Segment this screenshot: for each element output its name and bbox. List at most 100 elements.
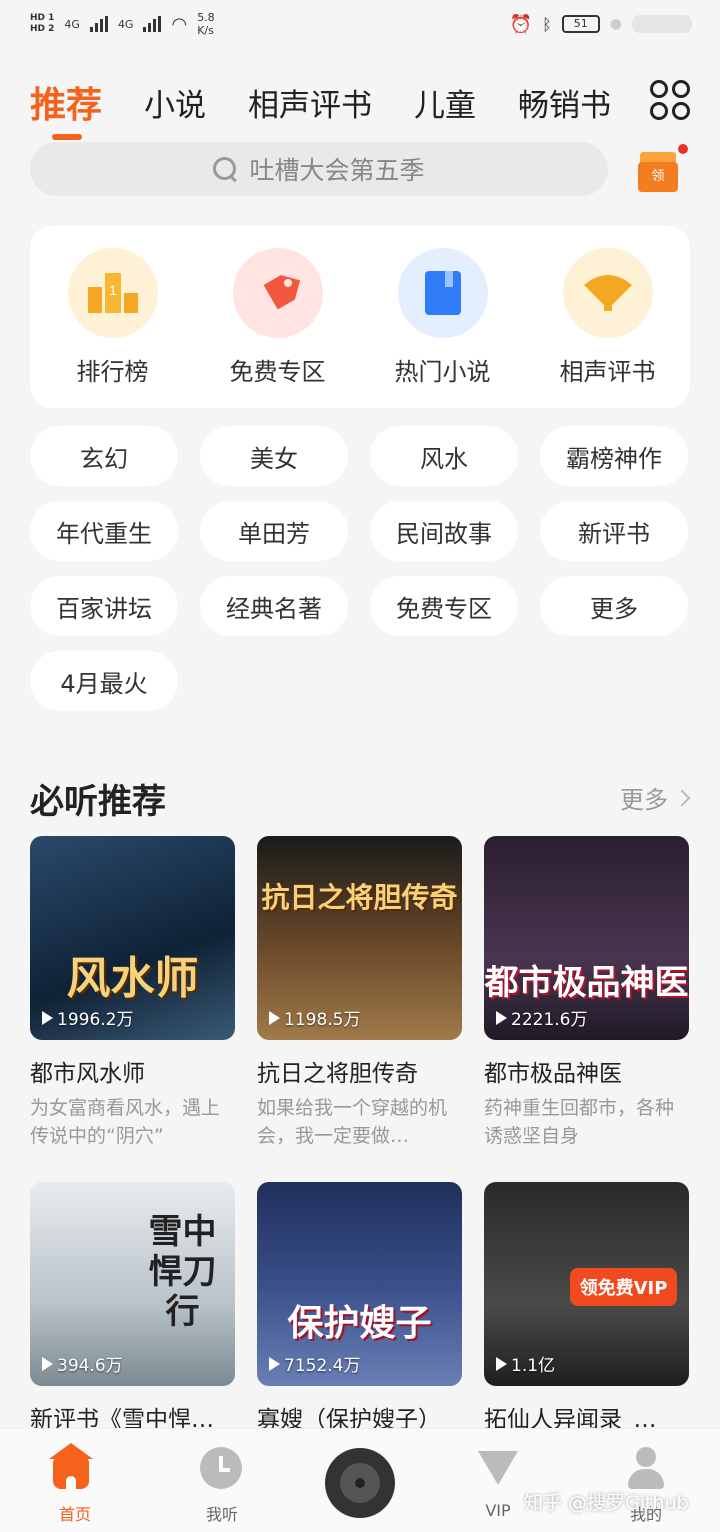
wifi-icon: ◠ bbox=[171, 13, 188, 35]
tag-chip[interactable]: 霸榜神作 bbox=[540, 426, 688, 486]
battery-icon: 51 bbox=[561, 15, 600, 33]
nav-listen[interactable]: 我听 bbox=[172, 1447, 272, 1525]
play-icon bbox=[496, 1010, 507, 1025]
bluetooth-icon: ᛒ bbox=[542, 14, 552, 34]
tab-children[interactable]: 儿童 bbox=[414, 80, 476, 125]
play-count: 394.6万 bbox=[42, 1351, 123, 1376]
tab-bestseller[interactable]: 畅销书 bbox=[518, 80, 611, 125]
book-desc: 为女富商看风水，遇上传说中的“阴穴” bbox=[30, 1097, 221, 1147]
section-title: 必听推荐 bbox=[30, 782, 166, 822]
book-desc: 如果给我一个穿越的机会，我一定要做… bbox=[257, 1097, 448, 1147]
section-more-link[interactable]: 更多 bbox=[620, 780, 691, 815]
signal-icon bbox=[89, 16, 108, 32]
tag-chip[interactable]: 美女 bbox=[200, 426, 348, 486]
gift-button[interactable]: 领 bbox=[638, 144, 688, 192]
svg-text:1: 1 bbox=[109, 282, 117, 298]
cover-title: 风水师 bbox=[66, 953, 199, 1004]
tab-recommend[interactable]: 推荐 bbox=[30, 76, 102, 140]
book-card[interactable]: 抗日之将胆传奇 1198.5万 抗日之将胆传奇 如果给我一个穿越的机会，我一定要… bbox=[257, 836, 462, 1150]
book-card[interactable]: 领免费VIP 1.1亿 拓仙人异闻录_… bbox=[484, 1182, 689, 1434]
category-ranking[interactable]: 1 排行榜 bbox=[43, 247, 183, 387]
tag-grid: 玄幻 美女 风水 霸榜神作 年代重生 单田芳 民间故事 新评书 百家讲坛 经典名… bbox=[30, 426, 690, 711]
status-bar: HD 1 HD 2 4G 4G ◠ 5.8 K/s ⏰ ᛒ 51 ● bbox=[0, 0, 720, 48]
tag-chip[interactable]: 百家讲坛 bbox=[30, 576, 178, 636]
watermark: 知乎 @搜罗Github bbox=[524, 1492, 689, 1514]
network-type-2: 4G bbox=[117, 17, 134, 31]
tag-chip[interactable]: 年代重生 bbox=[30, 501, 178, 561]
alarm-icon: ⏰ bbox=[509, 13, 533, 35]
disc-icon bbox=[340, 1463, 380, 1503]
tag-chip[interactable]: 免费专区 bbox=[370, 576, 518, 636]
vip-icon bbox=[476, 1447, 520, 1491]
fan-icon bbox=[562, 247, 653, 338]
play-count: 7152.4万 bbox=[269, 1351, 360, 1376]
book-title: 都市极品神医 bbox=[484, 1061, 622, 1087]
sim1-label: HD 1 bbox=[30, 13, 55, 23]
more-label: 更多 bbox=[620, 786, 668, 814]
network-type-1: 4G bbox=[64, 17, 80, 31]
chevron-right-icon bbox=[673, 789, 691, 806]
book-card[interactable]: 保护嫂子 7152.4万 寡嫂（保护嫂子） bbox=[257, 1182, 462, 1434]
tag-chip[interactable]: 新评书 bbox=[540, 501, 688, 561]
play-icon bbox=[496, 1356, 507, 1371]
book-title: 都市风水师 bbox=[30, 1061, 145, 1087]
cover-title: 雪中悍刀行 bbox=[148, 1212, 217, 1332]
tag-chip[interactable]: 民间故事 bbox=[370, 501, 518, 561]
book-title: 抗日之将胆传奇 bbox=[257, 1061, 418, 1087]
category-label: 免费专区 bbox=[229, 357, 326, 386]
book-card[interactable]: 雪中悍刀行 394.6万 新评书《雪中悍… bbox=[30, 1182, 235, 1434]
nav-label: 我听 bbox=[205, 1505, 238, 1524]
category-label: 相声评书 bbox=[559, 357, 656, 386]
nav-home[interactable]: 首页 bbox=[25, 1443, 125, 1525]
vip-promo-badge[interactable]: 领免费VIP bbox=[570, 1268, 677, 1306]
nav-label: 首页 bbox=[58, 1505, 91, 1524]
all-categories-icon[interactable] bbox=[650, 80, 690, 120]
tag-icon bbox=[232, 247, 323, 338]
category-label: 排行榜 bbox=[76, 357, 149, 386]
play-icon bbox=[269, 1356, 280, 1371]
search-icon bbox=[213, 157, 237, 181]
player-disc-button[interactable] bbox=[325, 1448, 395, 1518]
book-card[interactable]: 风水师 1996.2万 都市风水师 为女富商看风水，遇上传说中的“阴穴” bbox=[30, 836, 235, 1150]
play-icon bbox=[269, 1010, 280, 1025]
tab-crosstalk[interactable]: 相声评书 bbox=[248, 80, 372, 125]
book-cover: 雪中悍刀行 394.6万 bbox=[30, 1182, 235, 1386]
book-grid: 风水师 1996.2万 都市风水师 为女富商看风水，遇上传说中的“阴穴” 抗日之… bbox=[30, 836, 690, 1434]
category-free[interactable]: 免费专区 bbox=[208, 247, 348, 387]
cover-title: 保护嫂子 bbox=[287, 1302, 432, 1344]
tag-chip[interactable]: 经典名著 bbox=[200, 576, 348, 636]
tag-chip[interactable]: 风水 bbox=[370, 426, 518, 486]
clock-icon bbox=[200, 1447, 244, 1491]
gift-label: 领 bbox=[638, 162, 678, 192]
book-card[interactable]: 都市极品神医 2221.6万 都市极品神医 药神重生回都市，各种诱惑坚自身 bbox=[484, 836, 689, 1150]
book-icon bbox=[397, 247, 488, 338]
tab-novel[interactable]: 小说 bbox=[144, 80, 206, 125]
top-tabs: 推荐 小说 相声评书 儿童 畅销书 bbox=[30, 72, 690, 140]
play-icon bbox=[42, 1356, 53, 1371]
user-icon bbox=[624, 1447, 668, 1491]
play-count: 1.1亿 bbox=[496, 1351, 555, 1376]
book-cover: 抗日之将胆传奇 1198.5万 bbox=[257, 836, 462, 1040]
search-bar[interactable]: 吐槽大会第五季 bbox=[30, 142, 608, 196]
tag-chip[interactable]: 4月最火 bbox=[30, 651, 178, 711]
tag-more[interactable]: 更多 bbox=[540, 576, 688, 636]
book-desc: 药神重生回都市，各种诱惑坚自身 bbox=[484, 1097, 675, 1147]
search-placeholder: 吐槽大会第五季 bbox=[249, 156, 425, 185]
notification-dot bbox=[678, 144, 688, 154]
tag-chip[interactable]: 单田芳 bbox=[200, 501, 348, 561]
time-blurred bbox=[632, 15, 692, 33]
play-count: 2221.6万 bbox=[496, 1005, 587, 1030]
ranking-icon: 1 bbox=[67, 247, 158, 338]
play-icon bbox=[42, 1010, 53, 1025]
nav-label: VIP bbox=[485, 1501, 511, 1520]
book-cover: 风水师 1996.2万 bbox=[30, 836, 235, 1040]
network-speed: 5.8 K/s bbox=[197, 11, 215, 37]
tag-chip[interactable]: 玄幻 bbox=[30, 426, 178, 486]
home-icon bbox=[49, 1443, 97, 1491]
category-crosstalk[interactable]: 相声评书 bbox=[538, 247, 678, 387]
play-count: 1198.5万 bbox=[269, 1005, 360, 1030]
category-label: 热门小说 bbox=[394, 357, 491, 386]
category-hot-novel[interactable]: 热门小说 bbox=[373, 247, 513, 387]
sim-indicator: HD 1 HD 2 bbox=[30, 13, 54, 35]
category-card: 1 排行榜 免费专区 热门小说 相声评书 bbox=[30, 226, 690, 408]
